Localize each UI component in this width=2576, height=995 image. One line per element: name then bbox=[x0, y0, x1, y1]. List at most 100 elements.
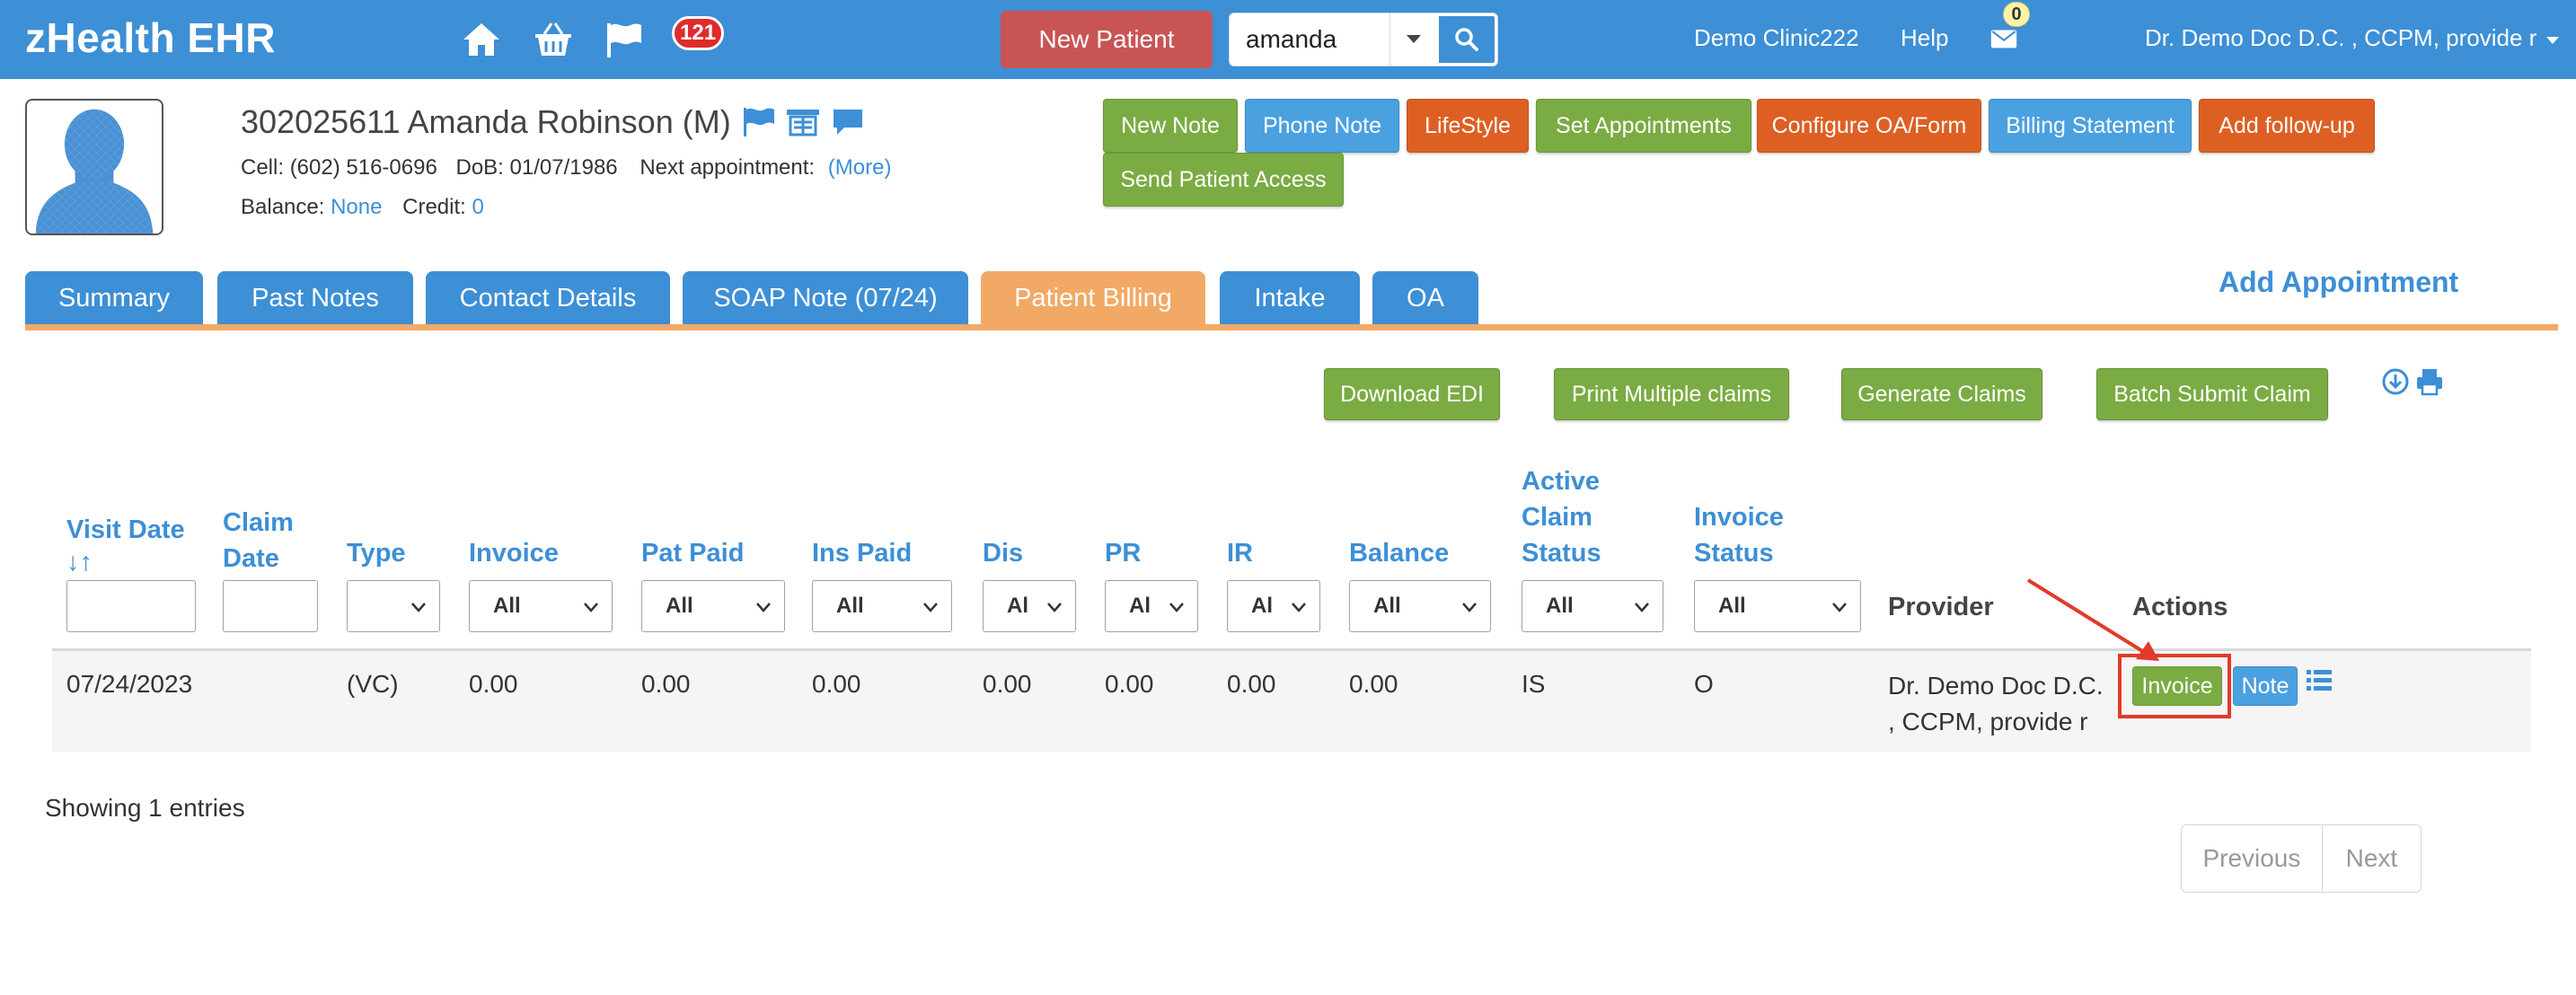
tab-patient-billing[interactable]: Patient Billing bbox=[981, 271, 1205, 325]
col-ins-paid[interactable]: Ins Paid bbox=[812, 535, 912, 571]
col-invoice-status[interactable]: Invoice Status bbox=[1694, 499, 1784, 571]
col-claim-date-label-2: Date bbox=[223, 544, 279, 573]
col-active-claim-label-3: Status bbox=[1522, 539, 1601, 568]
patient-search-input[interactable] bbox=[1246, 13, 1389, 66]
col-balance[interactable]: Balance bbox=[1349, 535, 1449, 571]
cell-pr: 0.00 bbox=[1105, 670, 1154, 698]
chat-icon[interactable] bbox=[830, 106, 866, 138]
clinic-link[interactable]: Demo Clinic222 bbox=[1694, 22, 1859, 54]
invoice-status-filter[interactable]: All bbox=[1694, 580, 1861, 632]
chevron-down-icon bbox=[1047, 603, 1062, 612]
tab-soap-note[interactable]: SOAP Note (07/24) bbox=[683, 271, 968, 325]
tab-underline bbox=[25, 324, 2558, 330]
col-type[interactable]: Type bbox=[347, 535, 406, 571]
new-note-button[interactable]: New Note bbox=[1103, 99, 1238, 153]
patient-balance-line: Balance: None Credit: 0 bbox=[241, 194, 484, 221]
balance-label: Balance: bbox=[241, 195, 325, 219]
search-icon[interactable] bbox=[1436, 13, 1497, 66]
patient-search bbox=[1229, 13, 1498, 66]
more-link[interactable]: (More) bbox=[828, 155, 892, 180]
col-pat-paid[interactable]: Pat Paid bbox=[641, 535, 744, 571]
annotation-arrow bbox=[2026, 578, 2159, 661]
chevron-down-icon bbox=[1169, 603, 1184, 612]
batch-submit-claim-button[interactable]: Batch Submit Claim bbox=[2096, 368, 2328, 420]
basket-icon[interactable] bbox=[530, 18, 577, 61]
add-appointment-link[interactable]: Add Appointment bbox=[2219, 264, 2458, 300]
col-claim-date[interactable]: Claim Date bbox=[223, 505, 294, 577]
cell-pat-paid: 0.00 bbox=[641, 670, 691, 698]
col-invoice[interactable]: Invoice bbox=[469, 535, 559, 571]
type-filter[interactable] bbox=[347, 580, 440, 632]
col-invoice-status-label-1: Invoice bbox=[1694, 503, 1784, 532]
chevron-down-icon bbox=[411, 603, 426, 612]
col-visit-date[interactable]: Visit Date ↓↑ bbox=[66, 512, 185, 577]
col-dis[interactable]: Dis bbox=[983, 535, 1023, 571]
col-provider: Provider bbox=[1888, 593, 1994, 621]
note-button[interactable]: Note bbox=[2233, 666, 2298, 706]
cell-dis: 0.00 bbox=[983, 670, 1032, 698]
sort-icon[interactable]: ↓↑ bbox=[66, 548, 185, 577]
pr-filter[interactable]: Al bbox=[1105, 580, 1198, 632]
active-claim-status-filter[interactable]: All bbox=[1522, 580, 1663, 632]
balance-filter-value: All bbox=[1373, 594, 1401, 618]
download-edi-button[interactable]: Download EDI bbox=[1324, 368, 1500, 420]
notification-badge[interactable]: 121 bbox=[672, 16, 725, 50]
tab-summary[interactable]: Summary bbox=[25, 271, 203, 325]
flag-icon[interactable] bbox=[740, 106, 776, 138]
next-button[interactable]: Next bbox=[2323, 825, 2421, 892]
cell-visit-date: 07/24/2023 bbox=[66, 670, 193, 698]
ins-paid-filter[interactable]: All bbox=[812, 580, 952, 632]
top-nav-bar: zHealth EHR 121 New Patient Demo Clinic2… bbox=[0, 0, 2576, 79]
pat-paid-filter[interactable]: All bbox=[641, 580, 785, 632]
new-patient-button[interactable]: New Patient bbox=[1001, 11, 1213, 68]
claim-date-filter[interactable] bbox=[223, 580, 318, 632]
chevron-down-icon bbox=[1292, 603, 1306, 612]
balance-value[interactable]: None bbox=[331, 195, 382, 219]
credit-value[interactable]: 0 bbox=[472, 195, 483, 219]
download-icon[interactable] bbox=[2380, 366, 2411, 397]
home-icon[interactable] bbox=[458, 18, 505, 61]
chevron-down-icon bbox=[584, 603, 598, 612]
ir-filter[interactable]: Al bbox=[1227, 580, 1320, 632]
tab-intake[interactable]: Intake bbox=[1220, 271, 1360, 325]
tab-oa[interactable]: OA bbox=[1372, 271, 1478, 325]
billing-icon[interactable] bbox=[785, 106, 821, 138]
chevron-down-icon bbox=[1462, 603, 1477, 612]
add-follow-up-button[interactable]: Add follow-up bbox=[2199, 99, 2375, 153]
col-invoice-status-label-2: Status bbox=[1694, 539, 1774, 568]
generate-claims-button[interactable]: Generate Claims bbox=[1841, 368, 2042, 420]
invoice-filter[interactable]: All bbox=[469, 580, 613, 632]
col-active-claim-status[interactable]: Active Claim Status bbox=[1522, 463, 1601, 571]
dis-filter-value: Al bbox=[1007, 594, 1028, 618]
pagination: Previous Next bbox=[2181, 824, 2422, 893]
previous-button[interactable]: Previous bbox=[2182, 825, 2323, 892]
next-appointment-label: Next appointment: bbox=[640, 155, 816, 180]
ir-filter-value: Al bbox=[1251, 594, 1273, 618]
configure-oa-form-button[interactable]: Configure OA/Form bbox=[1757, 99, 1981, 153]
print-icon[interactable] bbox=[2414, 366, 2445, 397]
col-pr[interactable]: PR bbox=[1105, 535, 1141, 571]
list-icon[interactable] bbox=[2305, 666, 2333, 695]
tab-past-notes[interactable]: Past Notes bbox=[217, 271, 413, 325]
balance-filter[interactable]: All bbox=[1349, 580, 1491, 632]
send-patient-access-button[interactable]: Send Patient Access bbox=[1103, 153, 1344, 207]
col-ir[interactable]: IR bbox=[1227, 535, 1253, 571]
dis-filter[interactable]: Al bbox=[983, 580, 1076, 632]
patient-name: 302025611 Amanda Robinson (M) bbox=[241, 103, 731, 140]
billing-statement-button[interactable]: Billing Statement bbox=[1989, 99, 2192, 153]
visit-date-filter[interactable] bbox=[66, 580, 196, 632]
caret-down-icon[interactable] bbox=[1389, 13, 1436, 66]
set-appointments-button[interactable]: Set Appointments bbox=[1536, 99, 1751, 153]
flag-icon[interactable] bbox=[600, 18, 647, 61]
col-active-claim-label-2: Claim bbox=[1522, 503, 1592, 532]
app-title[interactable]: zHealth EHR bbox=[25, 13, 276, 63]
lifestyle-button[interactable]: LifeStyle bbox=[1407, 99, 1529, 153]
provider-line-2: , CCPM, provide r bbox=[1888, 708, 2088, 735]
tab-contact-details[interactable]: Contact Details bbox=[426, 271, 670, 325]
print-multiple-claims-button[interactable]: Print Multiple claims bbox=[1554, 368, 1789, 420]
help-link[interactable]: Help bbox=[1901, 22, 1948, 54]
cell-active-claim-status: IS bbox=[1522, 670, 1546, 698]
user-menu[interactable]: Dr. Demo Doc D.C. , CCPM, provide r bbox=[2145, 22, 2560, 54]
cell-balance: 0.00 bbox=[1349, 670, 1398, 698]
phone-note-button[interactable]: Phone Note bbox=[1245, 99, 1399, 153]
